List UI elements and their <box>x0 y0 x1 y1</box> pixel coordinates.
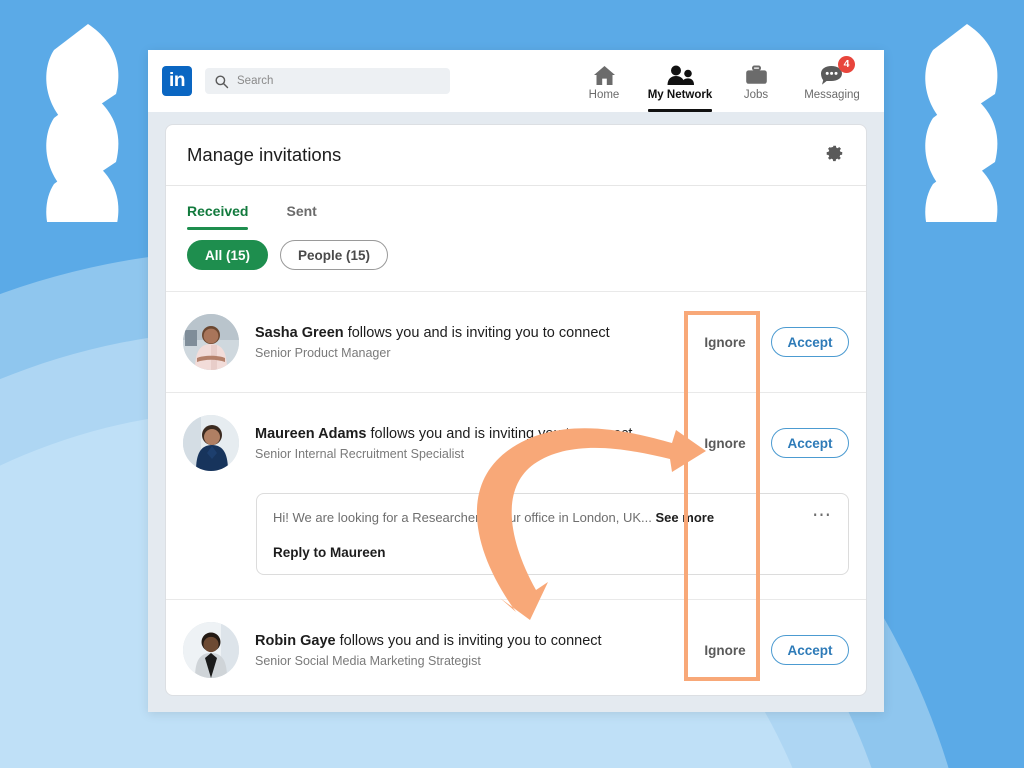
decorative-stripes-right <box>915 22 1005 260</box>
nav-item-messaging-label: Messaging <box>804 88 860 101</box>
nav-item-jobs[interactable]: Jobs <box>718 50 794 112</box>
inviter-name: Sasha Green <box>255 324 344 341</box>
invitation-title: Maureen Adams follows you and is invitin… <box>255 426 687 442</box>
inviter-name: Robin Gaye <box>255 632 336 649</box>
inviter-headline: Senior Product Manager <box>255 345 391 360</box>
ignore-button[interactable]: Ignore <box>687 436 763 451</box>
nav-item-my-network[interactable]: My Network <box>642 50 718 112</box>
filter-pill-all-label: All (15) <box>205 247 251 263</box>
message-text: Hi! We are looking for a Researcher for … <box>273 510 652 525</box>
nav-item-jobs-label: Jobs <box>743 88 769 101</box>
avatar[interactable] <box>183 415 239 471</box>
filter-pills: All (15) People (15) <box>166 236 866 270</box>
see-more-link[interactable]: See more <box>656 510 715 525</box>
invitation-tabs: Received Sent <box>166 186 866 236</box>
tab-received-label: Received <box>187 203 249 219</box>
search-input[interactable] <box>237 75 441 87</box>
tab-sent[interactable]: Sent <box>286 186 316 236</box>
card-header: Manage invitations <box>166 125 866 186</box>
decorative-stripes-left <box>36 22 126 260</box>
tab-received[interactable]: Received <box>187 186 249 236</box>
primary-nav: Home My Network Jobs 4 Messaging <box>566 50 870 112</box>
inviter-headline: Senior Internal Recruitment Specialist <box>255 446 465 461</box>
messaging-unread-badge: 4 <box>838 56 855 73</box>
invitation-title: Robin Gaye follows you and is inviting y… <box>255 633 687 649</box>
search-bar[interactable] <box>205 68 450 94</box>
nav-item-my-network-label: My Network <box>647 88 713 101</box>
invitation-row[interactable]: Maureen Adams follows you and is invitin… <box>166 392 866 493</box>
accept-button[interactable]: Accept <box>771 635 849 665</box>
active-tab-underline <box>648 109 712 112</box>
nav-item-home-label: Home <box>588 88 620 101</box>
gear-icon <box>826 145 843 161</box>
accept-button[interactable]: Accept <box>771 428 849 458</box>
inviter-headline: Senior Social Media Marketing Strategist <box>255 653 481 668</box>
invitation-title: Sasha Green follows you and is inviting … <box>255 325 687 341</box>
stripes-mark-icon <box>925 24 998 260</box>
message-body: Hi! We are looking for a Researcher for … <box>273 510 802 560</box>
browser-window: in Home <box>148 50 884 712</box>
linkedin-top-navbar: in Home <box>148 50 884 112</box>
invitation-list: Sasha Green follows you and is inviting … <box>166 291 866 695</box>
invitation-message-card[interactable]: Hi! We are looking for a Researcher for … <box>256 493 849 575</box>
tab-active-underline <box>187 227 249 230</box>
linkedin-logo[interactable]: in <box>162 66 192 96</box>
nav-item-messaging[interactable]: 4 Messaging <box>794 50 870 112</box>
invitation-text: Robin Gaye follows you and is inviting y… <box>255 633 687 668</box>
inviter-name: Maureen Adams <box>255 425 367 442</box>
manage-invitations-card: Manage invitations Received Sent All (15… <box>165 124 867 696</box>
avatar[interactable] <box>183 622 239 678</box>
filter-pill-people-label: People (15) <box>298 247 371 263</box>
filter-pill-people[interactable]: People (15) <box>280 240 389 270</box>
invitation-text: Maureen Adams follows you and is invitin… <box>255 426 687 461</box>
filter-pill-all[interactable]: All (15) <box>187 240 269 270</box>
message-preview: Hi! We are looking for a Researcher for … <box>273 510 802 525</box>
briefcase-icon <box>744 61 769 87</box>
stripes-mark-icon <box>46 24 119 260</box>
home-icon <box>592 61 617 87</box>
invitation-action-text: follows you and is inviting you to conne… <box>347 324 610 341</box>
invitation-message-row: Hi! We are looking for a Researcher for … <box>166 493 866 575</box>
invitation-row[interactable]: Sasha Green follows you and is inviting … <box>166 291 866 392</box>
reply-link[interactable]: Reply to Maureen <box>273 545 802 560</box>
invitation-row[interactable]: Robin Gaye follows you and is inviting y… <box>166 599 866 695</box>
accept-button[interactable]: Accept <box>771 327 849 357</box>
invitation-action-text: follows you and is inviting you to conne… <box>339 632 602 649</box>
people-icon <box>666 61 695 87</box>
ignore-button[interactable]: Ignore <box>687 335 763 350</box>
settings-button[interactable] <box>821 141 845 170</box>
ellipsis-icon[interactable]: ⋯ <box>802 506 832 525</box>
page-title: Manage invitations <box>187 144 342 165</box>
ignore-button[interactable]: Ignore <box>687 643 763 658</box>
invitation-action-text: follows you and is inviting you to conne… <box>370 425 633 442</box>
search-icon <box>215 74 229 88</box>
nav-item-home[interactable]: Home <box>566 50 642 112</box>
invitation-text: Sasha Green follows you and is inviting … <box>255 325 687 360</box>
tab-sent-label: Sent <box>286 203 317 219</box>
avatar[interactable] <box>183 314 239 370</box>
